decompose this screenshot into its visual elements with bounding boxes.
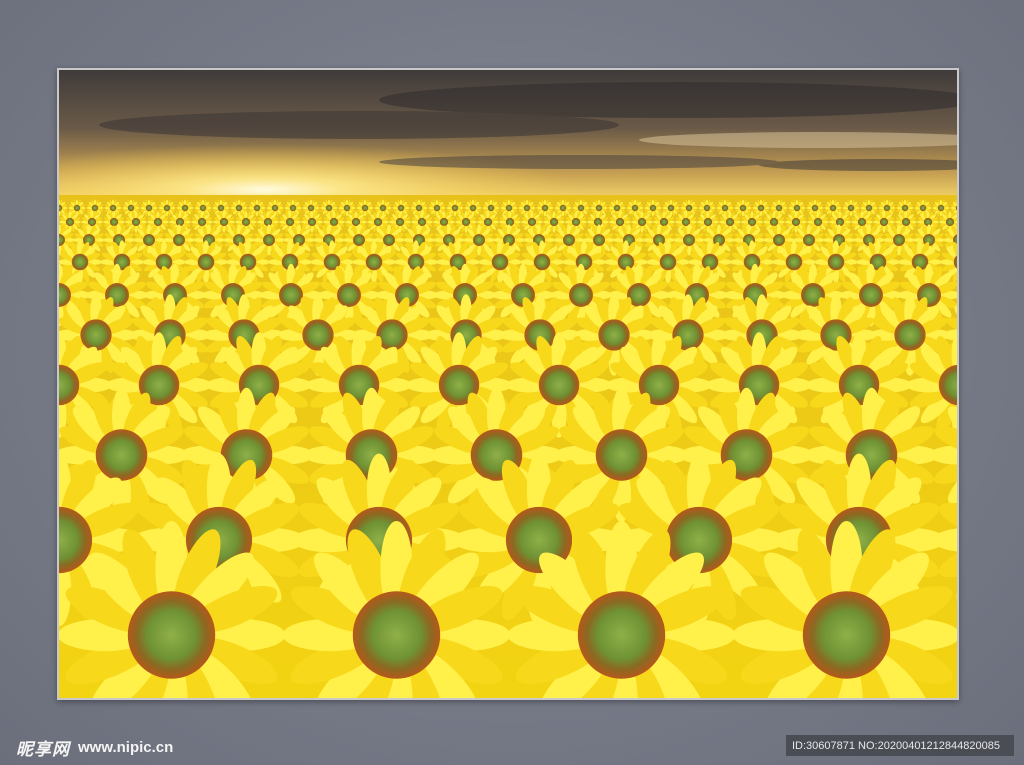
sunflower-icon (213, 211, 235, 233)
sunflower-icon (873, 211, 895, 233)
sunflower-field-icon (59, 70, 957, 698)
image-id-text: ID:30607871 NO:20200401212844820085 (792, 739, 1000, 752)
sunflower-icon (446, 199, 464, 217)
sunflower-icon (644, 199, 662, 217)
sunflower-icon (248, 199, 266, 217)
framed-photo (57, 68, 959, 700)
watermark: 昵享网 www.nipic.cn (16, 736, 174, 760)
watermark-brand: 昵享网 (16, 739, 70, 760)
sunflower-icon (842, 199, 860, 217)
watermark-url: www.nipic.cn (78, 738, 174, 756)
image-id-bar: ID:30607871 NO:20200401212844820085 (786, 735, 1014, 756)
sunflower-icon (543, 211, 565, 233)
